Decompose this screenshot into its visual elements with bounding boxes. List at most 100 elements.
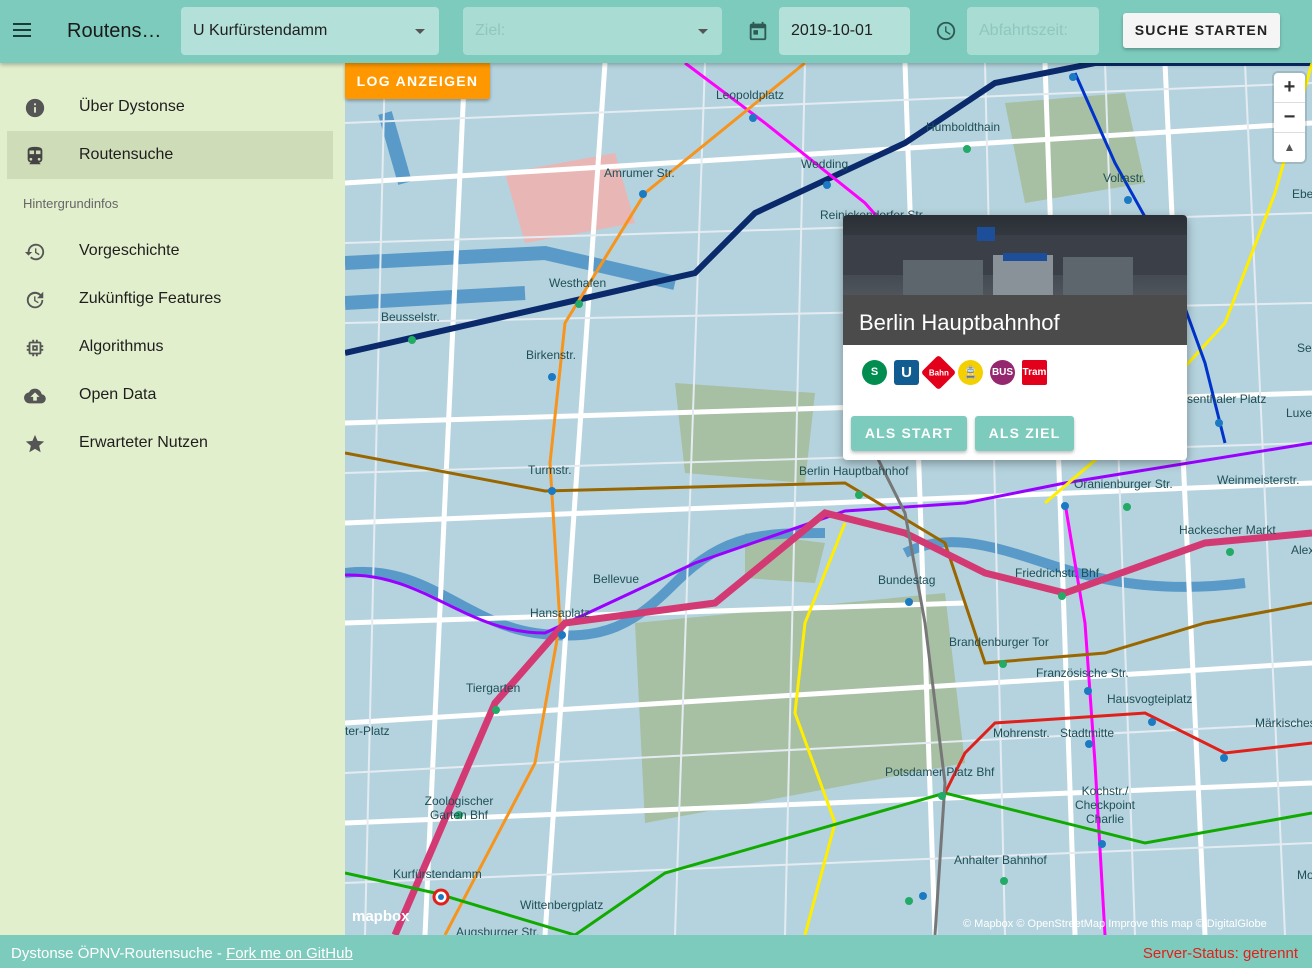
section-header-hintergrundinfos: Hintergrundinfos [23,196,119,211]
start-station-select[interactable]: U Kurfürstendamm [181,7,439,55]
calendar-icon [749,21,767,41]
map-label: Se [1297,341,1312,355]
map-label: Weinmeisterstr. [1217,473,1300,487]
tram-badge-icon: 🚊 [958,360,983,385]
station-name: Berlin Hauptbahnhof [859,310,1060,335]
map-label: Brandenburger Tor [949,635,1049,649]
update-icon [26,291,44,309]
date-value: 2019-10-01 [791,22,873,39]
map-label: senthaler Platz [1187,392,1267,406]
info-icon [25,98,45,118]
departure-time-input[interactable]: Abfahrtszeit: [967,7,1099,55]
tram-label-badge-icon: Tram [1022,360,1047,385]
nav-item-algorithmus[interactable]: Algorithmus [7,323,333,371]
cloud-upload-icon [24,388,46,404]
map-label: Beusselstr. [381,310,440,324]
map-label: Ebe [1292,187,1312,201]
s-bahn-badge-icon: S [862,360,887,385]
map-label: Voltastr. [1103,171,1146,185]
nav-item-zukuenftige-features[interactable]: Zukünftige Features [7,275,333,323]
nav-item-label: Vorgeschichte [79,242,180,259]
u-bahn-badge-icon: U [894,360,919,385]
nav-item-about[interactable]: Über Dystonse [7,83,333,131]
chip-icon [26,339,44,357]
compass-reset-icon[interactable]: ▲ [1274,133,1305,162]
map-label: Leopoldplatz [716,88,785,102]
map-label: Birkenstr. [526,348,577,362]
map-label: Bellevue [593,572,640,586]
map-label: Stadtmitte [1060,726,1115,740]
train-icon [27,146,43,165]
chevron-down-icon [415,29,425,34]
start-search-button[interactable]: SUCHE STARTEN [1123,13,1280,48]
start-station-value: U Kurfürstendamm [193,22,328,39]
date-input[interactable]: 2019-10-01 [779,7,910,55]
nav-item-open-data[interactable]: Open Data [7,371,333,419]
clock-icon [936,21,956,41]
nav-item-label: Über Dystonse [79,98,185,115]
map-label: Oranienburger Str. [1074,477,1173,491]
navigation-drawer: Über Dystonse Routensuche Hintergrundinf… [0,63,345,935]
server-status-text: Server-Status: getrennt [1142,945,1298,962]
map-label: ter-Platz [345,724,390,738]
map-label: Anhalter Bahnhof [954,853,1047,867]
map-zoom-controls: + − ▲ [1274,73,1305,162]
map-label: Bundestag [878,573,936,587]
map-label: Humboldthain [926,120,1001,134]
hamburger-menu-icon[interactable] [10,18,36,44]
map-label: Friedrichstr. Bhf [1015,566,1100,580]
map-attribution[interactable]: © Mapbox © OpenStreetMap Improve this ma… [963,918,1267,930]
footer-text: Dystonse ÖPNV-Routensuche - Fork me on G… [11,945,353,962]
set-as-start-button[interactable]: ALS START [851,416,967,451]
show-log-button[interactable]: LOG ANZEIGEN [345,63,490,99]
chevron-down-icon [698,29,708,34]
nav-item-label: Routensuche [79,146,174,163]
regional-train-badge-icon: Bahn [920,354,957,391]
footer-bar: Dystonse ÖPNV-Routensuche - Fork me on G… [0,935,1312,968]
map-label: Kurfürstendamm [393,867,482,881]
map-label: Potsdamer Platz Bhf [885,765,995,779]
map-labels: Leopoldplatz Humboldthain Voltastr. Amru… [345,63,1312,935]
map-canvas[interactable]: Leopoldplatz Humboldthain Voltastr. Amru… [345,63,1312,935]
map-label: Tiergarten [466,681,521,695]
map-label: Augsburger Str. [456,925,540,935]
map-label: Märkisches [1255,716,1312,730]
map-label: Mohrenstr. [993,726,1050,740]
destination-station-select[interactable]: Ziel: [463,7,722,55]
map-label: Mo [1297,868,1312,882]
station-photo: Berlin Hauptbahnhof [843,215,1187,345]
mapbox-logo[interactable]: mapbox [352,908,410,925]
map-label: Turmstr. [528,463,572,477]
github-link[interactable]: Fork me on GitHub [226,945,353,962]
set-as-destination-button[interactable]: ALS ZIEL [975,416,1074,451]
map-label: Französische Str. [1036,666,1129,680]
map-label: Alexan [1291,543,1312,557]
nav-item-vorgeschichte[interactable]: Vorgeschichte [7,227,333,275]
nav-item-label: Algorithmus [79,338,164,355]
map-label: Kochstr./ Checkpoint Charlie [1074,784,1136,826]
footer-caption: Dystonse ÖPNV-Routensuche - [11,945,227,962]
map-label: Hausvogteiplatz [1107,692,1193,706]
top-app-bar: Routensuche U Kurfürstendamm Ziel: 2019-… [0,0,1312,63]
station-popup: Berlin Hauptbahnhof S U Bahn 🚊 BUS Tram … [843,215,1187,460]
nav-item-label: Erwarteter Nutzen [79,434,208,451]
map-label: Amrumer Str. [604,166,675,180]
nav-item-label: Zukünftige Features [79,290,222,307]
app-title: Routensuche [67,20,167,42]
map-label: Zoologischer Garten Bhf [424,794,494,822]
map-label: Hansaplatz [530,606,591,620]
map-label: Hackescher Markt [1179,523,1276,537]
departure-time-placeholder: Abfahrtszeit: [979,22,1068,39]
zoom-in-button[interactable]: + [1274,73,1305,102]
map-label: Wedding [801,157,849,171]
destination-placeholder: Ziel: [475,22,506,39]
nav-item-label: Open Data [79,386,157,403]
map-label: Luxe [1286,406,1312,420]
star-icon [25,434,45,453]
map-label: Berlin Hauptbahnhof [799,464,909,478]
nav-item-routensuche[interactable]: Routensuche [7,131,333,179]
zoom-out-button[interactable]: − [1274,103,1305,132]
bus-badge-icon: BUS [990,360,1015,385]
history-icon [24,243,45,261]
nav-item-erwarteter-nutzen[interactable]: Erwarteter Nutzen [7,419,333,467]
